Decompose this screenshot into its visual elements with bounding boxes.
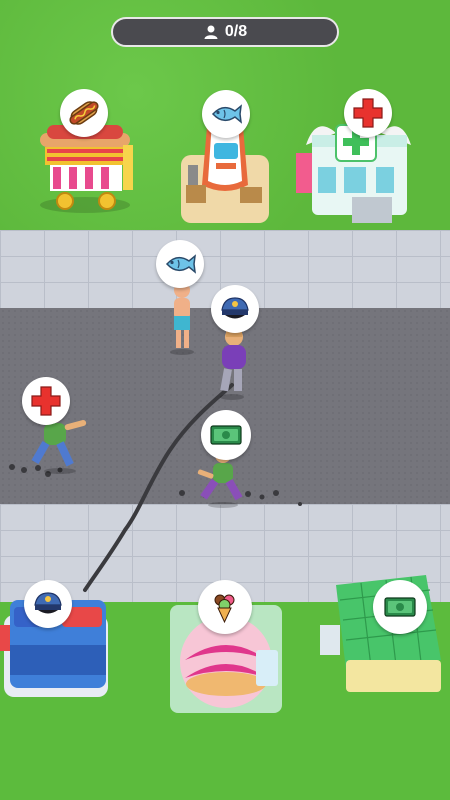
customer-fish-bubble <box>156 240 204 288</box>
customer-police-bubble <box>211 285 259 333</box>
customer-fish[interactable] <box>162 280 202 355</box>
player-counter: 0/8 <box>111 17 339 47</box>
person-icon <box>204 25 218 39</box>
police-station-bubble <box>24 580 72 628</box>
fish-boat-shop-bubble <box>202 90 250 138</box>
police-cap-icon <box>221 297 249 319</box>
hotdog-icon <box>69 101 99 125</box>
hotdog-cart-bubble <box>60 89 108 137</box>
hospital-bubble <box>344 89 392 137</box>
player-count-text: 0/8 <box>224 23 248 40</box>
fish-icon <box>211 104 242 124</box>
fish-icon <box>165 254 196 274</box>
bank-bubble <box>373 580 427 634</box>
red-cross-icon <box>31 386 61 416</box>
money-icon <box>384 597 416 617</box>
police-cap-icon <box>34 592 62 614</box>
customer-police[interactable] <box>210 325 255 400</box>
red-cross-icon <box>353 98 383 128</box>
bank[interactable] <box>316 565 446 700</box>
customer-medical-bubble <box>22 377 70 425</box>
customer-money-bubble <box>201 410 251 460</box>
ice-cream-icon <box>214 594 235 624</box>
money-icon <box>210 425 242 445</box>
ice-cream-shop-bubble <box>198 580 252 634</box>
